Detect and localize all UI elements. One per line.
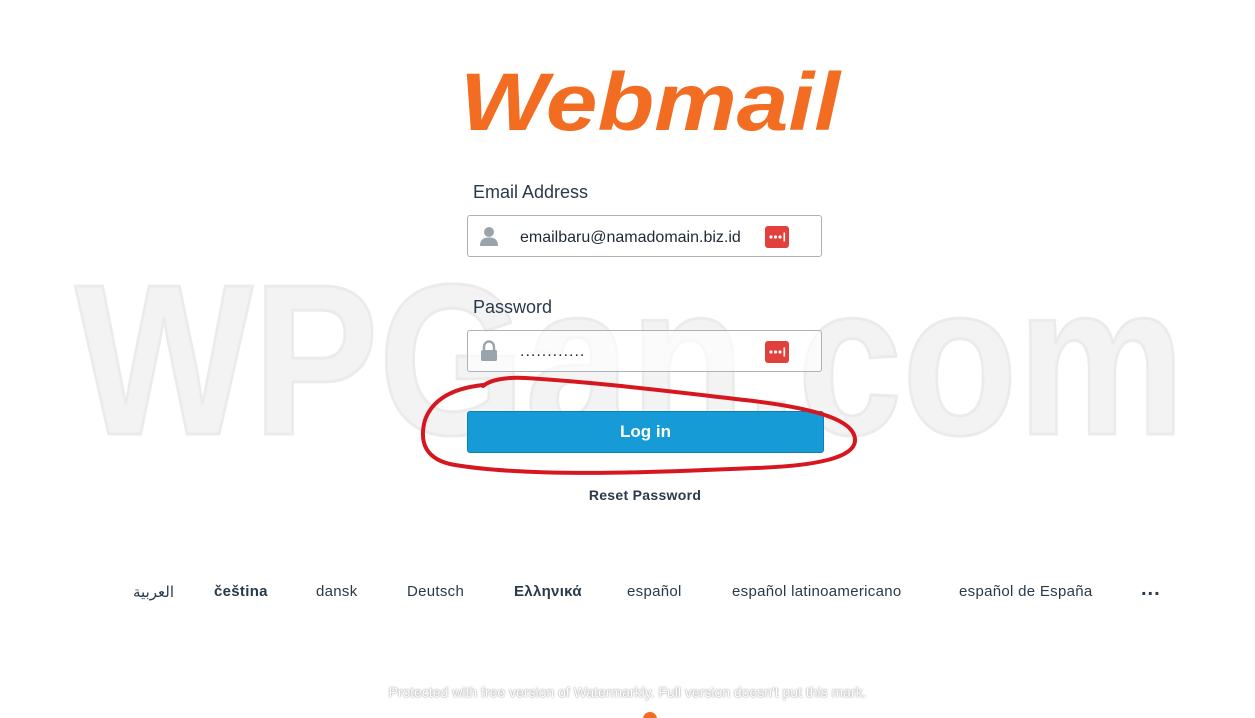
reset-password-link[interactable]: Reset Password <box>545 487 745 503</box>
password-manager-icon[interactable] <box>765 226 789 248</box>
language-link-german[interactable]: Deutsch <box>407 583 464 600</box>
language-link-spanish-latam[interactable]: español latinoamericano <box>732 583 902 600</box>
logo-text: Webmail <box>460 58 843 142</box>
password-field[interactable] <box>467 330 822 372</box>
language-link-spanish-spain[interactable]: español de España <box>959 583 1093 600</box>
lock-icon <box>481 340 497 361</box>
footer-watermark-note: Protected with free version of Watermark… <box>388 684 867 700</box>
more-languages-button[interactable]: ... <box>1141 578 1161 601</box>
language-link-spanish[interactable]: español <box>627 583 682 600</box>
email-label: Email Address <box>473 182 589 202</box>
login-button[interactable]: Log in <box>467 411 824 453</box>
password-label: Password <box>473 297 553 317</box>
user-icon <box>480 227 498 246</box>
email-field[interactable] <box>467 215 822 257</box>
email-input[interactable] <box>520 227 765 249</box>
language-link-arabic[interactable]: العربية <box>133 583 174 601</box>
language-link-czech[interactable]: čeština <box>214 583 268 600</box>
webmail-logo: Webmail <box>460 58 843 142</box>
password-input[interactable] <box>520 341 765 363</box>
login-page: WPGan.com Webmail Email Address Password <box>0 0 1255 718</box>
language-link-danish[interactable]: dansk <box>316 583 358 600</box>
language-link-greek[interactable]: Ελληνικά <box>514 583 582 600</box>
cpanel-logo-icon <box>643 712 657 718</box>
password-manager-icon[interactable] <box>765 341 789 363</box>
